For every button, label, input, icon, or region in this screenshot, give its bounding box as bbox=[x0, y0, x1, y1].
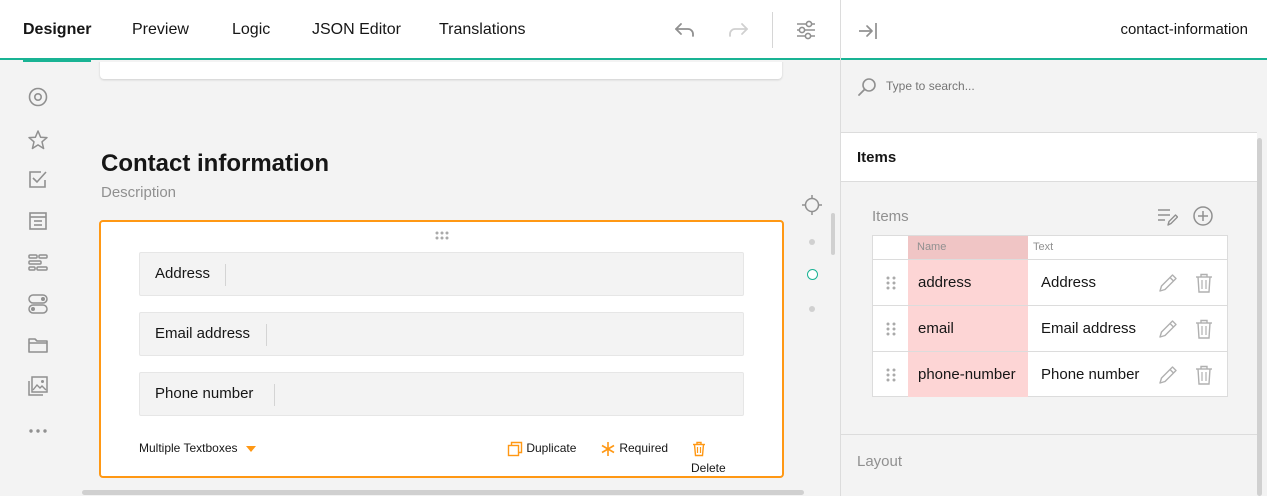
page-navigator-dot-current[interactable] bbox=[807, 269, 818, 280]
redo-icon[interactable] bbox=[726, 18, 750, 42]
item-name-cell[interactable]: phone-number bbox=[908, 352, 1028, 397]
edit-item-icon[interactable] bbox=[1157, 272, 1179, 294]
add-item-icon[interactable] bbox=[1192, 205, 1214, 227]
items-section-title: Items bbox=[857, 149, 897, 166]
delete-item-icon[interactable] bbox=[1193, 318, 1215, 340]
table-row[interactable]: address Address bbox=[873, 259, 1227, 305]
items-property-label: Items bbox=[872, 208, 909, 225]
page-navigator-dot[interactable] bbox=[809, 239, 815, 245]
undo-icon[interactable] bbox=[673, 18, 697, 42]
page-description[interactable]: Description bbox=[101, 184, 176, 201]
dropdown-icon[interactable] bbox=[26, 209, 50, 233]
previous-question-card[interactable] bbox=[100, 62, 782, 79]
horizontal-scrollbar[interactable] bbox=[82, 490, 804, 495]
page-navigator-target-icon[interactable] bbox=[800, 193, 824, 217]
duplicate-label: Duplicate bbox=[526, 441, 577, 455]
tab-logic[interactable]: Logic bbox=[232, 0, 270, 60]
checkbox-icon[interactable] bbox=[26, 168, 50, 192]
search-input[interactable] bbox=[886, 79, 1186, 93]
table-row[interactable]: email Email address bbox=[873, 305, 1227, 351]
edit-all-items-icon[interactable] bbox=[1156, 206, 1178, 228]
item-text-cell[interactable]: Phone number bbox=[1030, 352, 1140, 397]
text-item-divider bbox=[225, 264, 226, 286]
column-header-text: Text bbox=[1033, 241, 1054, 253]
text-item-phone-number[interactable]: Phone number bbox=[139, 372, 744, 416]
text-item-label: Address bbox=[155, 265, 211, 282]
toolbar-separator bbox=[772, 12, 773, 48]
text-item-divider bbox=[274, 384, 275, 406]
item-text-cell[interactable]: Email address bbox=[1030, 306, 1140, 351]
tab-designer[interactable]: Designer bbox=[23, 0, 92, 62]
vertical-scrollbar[interactable] bbox=[831, 213, 835, 255]
item-name-cell[interactable]: email bbox=[908, 306, 1028, 351]
tab-json-editor[interactable]: JSON Editor bbox=[312, 0, 401, 60]
question-type-label: Multiple Textboxes bbox=[139, 441, 238, 455]
radio-icon[interactable] bbox=[26, 85, 50, 109]
delete-label: Delete bbox=[691, 461, 726, 475]
ranking-icon[interactable] bbox=[26, 250, 50, 274]
property-search bbox=[841, 62, 1267, 112]
question-drag-handle-icon[interactable] bbox=[434, 230, 450, 242]
property-grid-scrollbar[interactable] bbox=[1257, 138, 1262, 496]
image-picker-icon[interactable] bbox=[26, 374, 50, 398]
text-item-address[interactable]: Address bbox=[139, 252, 744, 296]
design-surface: Contact information Description Address … bbox=[76, 62, 828, 496]
delete-item-icon[interactable] bbox=[1193, 272, 1215, 294]
text-item-email[interactable]: Email address bbox=[139, 312, 744, 356]
item-text-cell[interactable]: Address bbox=[1030, 260, 1140, 305]
tab-preview[interactable]: Preview bbox=[132, 0, 189, 60]
page-title[interactable]: Contact information bbox=[101, 150, 329, 178]
row-drag-handle-icon[interactable] bbox=[885, 321, 897, 337]
items-table: Name Text address Address email Email ad… bbox=[872, 235, 1228, 397]
more-dots-icon[interactable] bbox=[26, 419, 50, 443]
toolbox bbox=[0, 62, 76, 496]
layout-section-header[interactable]: Layout bbox=[841, 434, 1257, 496]
question-type-selector[interactable]: Multiple Textboxes bbox=[139, 438, 257, 458]
items-section-body: Items Name Text address Address email Em… bbox=[841, 182, 1257, 434]
tab-translations[interactable]: Translations bbox=[439, 0, 526, 60]
chevron-down-icon bbox=[245, 445, 256, 452]
settings-sliders-icon[interactable] bbox=[794, 18, 818, 42]
property-grid: contact-information Items Items Name Tex… bbox=[840, 0, 1267, 496]
selected-element-name[interactable]: contact-information bbox=[1120, 21, 1248, 38]
text-item-divider bbox=[266, 324, 267, 346]
property-grid-header: contact-information bbox=[841, 0, 1267, 60]
question-footer: Multiple Textboxes Duplicate Required De… bbox=[139, 438, 745, 475]
layout-section-title: Layout bbox=[857, 453, 903, 470]
row-drag-handle-icon[interactable] bbox=[885, 275, 897, 291]
page-navigator-dot[interactable] bbox=[809, 306, 815, 312]
text-item-label: Phone number bbox=[155, 385, 254, 402]
column-header-name: Name bbox=[917, 241, 947, 253]
search-icon bbox=[858, 78, 876, 96]
asterisk-icon bbox=[601, 441, 615, 456]
item-name-cell[interactable]: address bbox=[908, 260, 1028, 305]
collapse-panel-icon[interactable] bbox=[856, 19, 880, 43]
duplicate-button[interactable]: Duplicate bbox=[507, 438, 576, 458]
duplicate-icon bbox=[507, 441, 523, 457]
delete-item-icon[interactable] bbox=[1193, 364, 1215, 386]
boolean-toggle-icon[interactable] bbox=[26, 292, 50, 316]
rating-star-icon[interactable] bbox=[26, 128, 50, 152]
text-item-label: Email address bbox=[155, 325, 251, 342]
delete-button[interactable]: Delete bbox=[691, 438, 745, 475]
row-drag-handle-icon[interactable] bbox=[885, 367, 897, 383]
multiple-textboxes-question[interactable]: Address Email address Phone number Multi… bbox=[99, 220, 784, 478]
designer-toolbar: Designer Preview Logic JSON Editor Trans… bbox=[0, 0, 840, 62]
required-label: Required bbox=[619, 441, 669, 455]
required-button[interactable]: Required bbox=[600, 438, 668, 458]
trash-icon bbox=[693, 441, 705, 457]
file-folder-icon[interactable] bbox=[26, 333, 50, 357]
items-section-header[interactable]: Items bbox=[841, 132, 1257, 182]
table-row[interactable]: phone-number Phone number bbox=[873, 351, 1227, 397]
edit-item-icon[interactable] bbox=[1157, 318, 1179, 340]
edit-item-icon[interactable] bbox=[1157, 364, 1179, 386]
